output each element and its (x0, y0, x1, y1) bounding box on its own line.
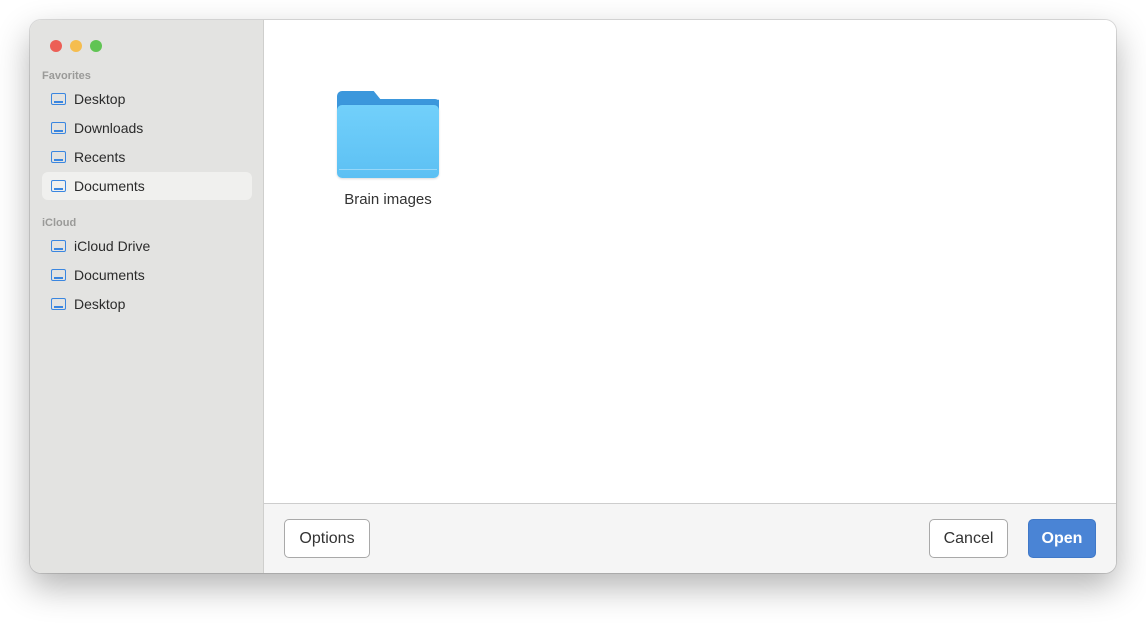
dialog-footer: Options Cancel Open (264, 503, 1116, 573)
drive-icon (51, 298, 66, 310)
sidebar-item-icloud-desktop[interactable]: Desktop (42, 290, 252, 318)
folder-label: Brain images (344, 191, 432, 208)
sidebar-item-recents[interactable]: Recents (42, 143, 252, 171)
options-button[interactable]: Options (284, 519, 370, 558)
sidebar-item-icloud-drive[interactable]: iCloud Drive (42, 232, 252, 260)
icloud-section-title: iCloud (42, 217, 77, 229)
sidebar-item-label: Desktop (74, 91, 126, 107)
drive-icon (51, 151, 66, 163)
zoom-button[interactable] (90, 40, 102, 52)
favorites-section-title: Favorites (42, 70, 91, 82)
drive-icon (51, 122, 66, 134)
sidebar-item-label: Documents (74, 267, 145, 283)
window-controls (50, 40, 102, 52)
folder-icon (337, 88, 439, 178)
file-browser: Brain images (264, 20, 1116, 503)
cancel-button[interactable]: Cancel (929, 519, 1008, 558)
drive-icon (51, 269, 66, 281)
drive-icon (51, 93, 66, 105)
sidebar: Favorites Desktop Downloads Recents Docu… (30, 20, 264, 573)
sidebar-item-label: Desktop (74, 296, 126, 312)
close-button[interactable] (50, 40, 62, 52)
sidebar-item-documents[interactable]: Documents (42, 172, 252, 200)
sidebar-item-label: iCloud Drive (74, 238, 151, 254)
drive-icon (51, 240, 66, 252)
sidebar-item-icloud-documents[interactable]: Documents (42, 261, 252, 289)
folder-item-brain-images[interactable]: Brain images (324, 88, 452, 208)
sidebar-item-label: Documents (74, 178, 145, 194)
drive-icon (51, 180, 66, 192)
open-file-dialog: Favorites Desktop Downloads Recents Docu… (30, 20, 1116, 573)
sidebar-item-label: Downloads (74, 120, 144, 136)
minimize-button[interactable] (70, 40, 82, 52)
sidebar-item-downloads[interactable]: Downloads (42, 114, 252, 142)
sidebar-item-label: Recents (74, 149, 126, 165)
sidebar-item-desktop[interactable]: Desktop (42, 85, 252, 113)
open-button[interactable]: Open (1028, 519, 1096, 558)
